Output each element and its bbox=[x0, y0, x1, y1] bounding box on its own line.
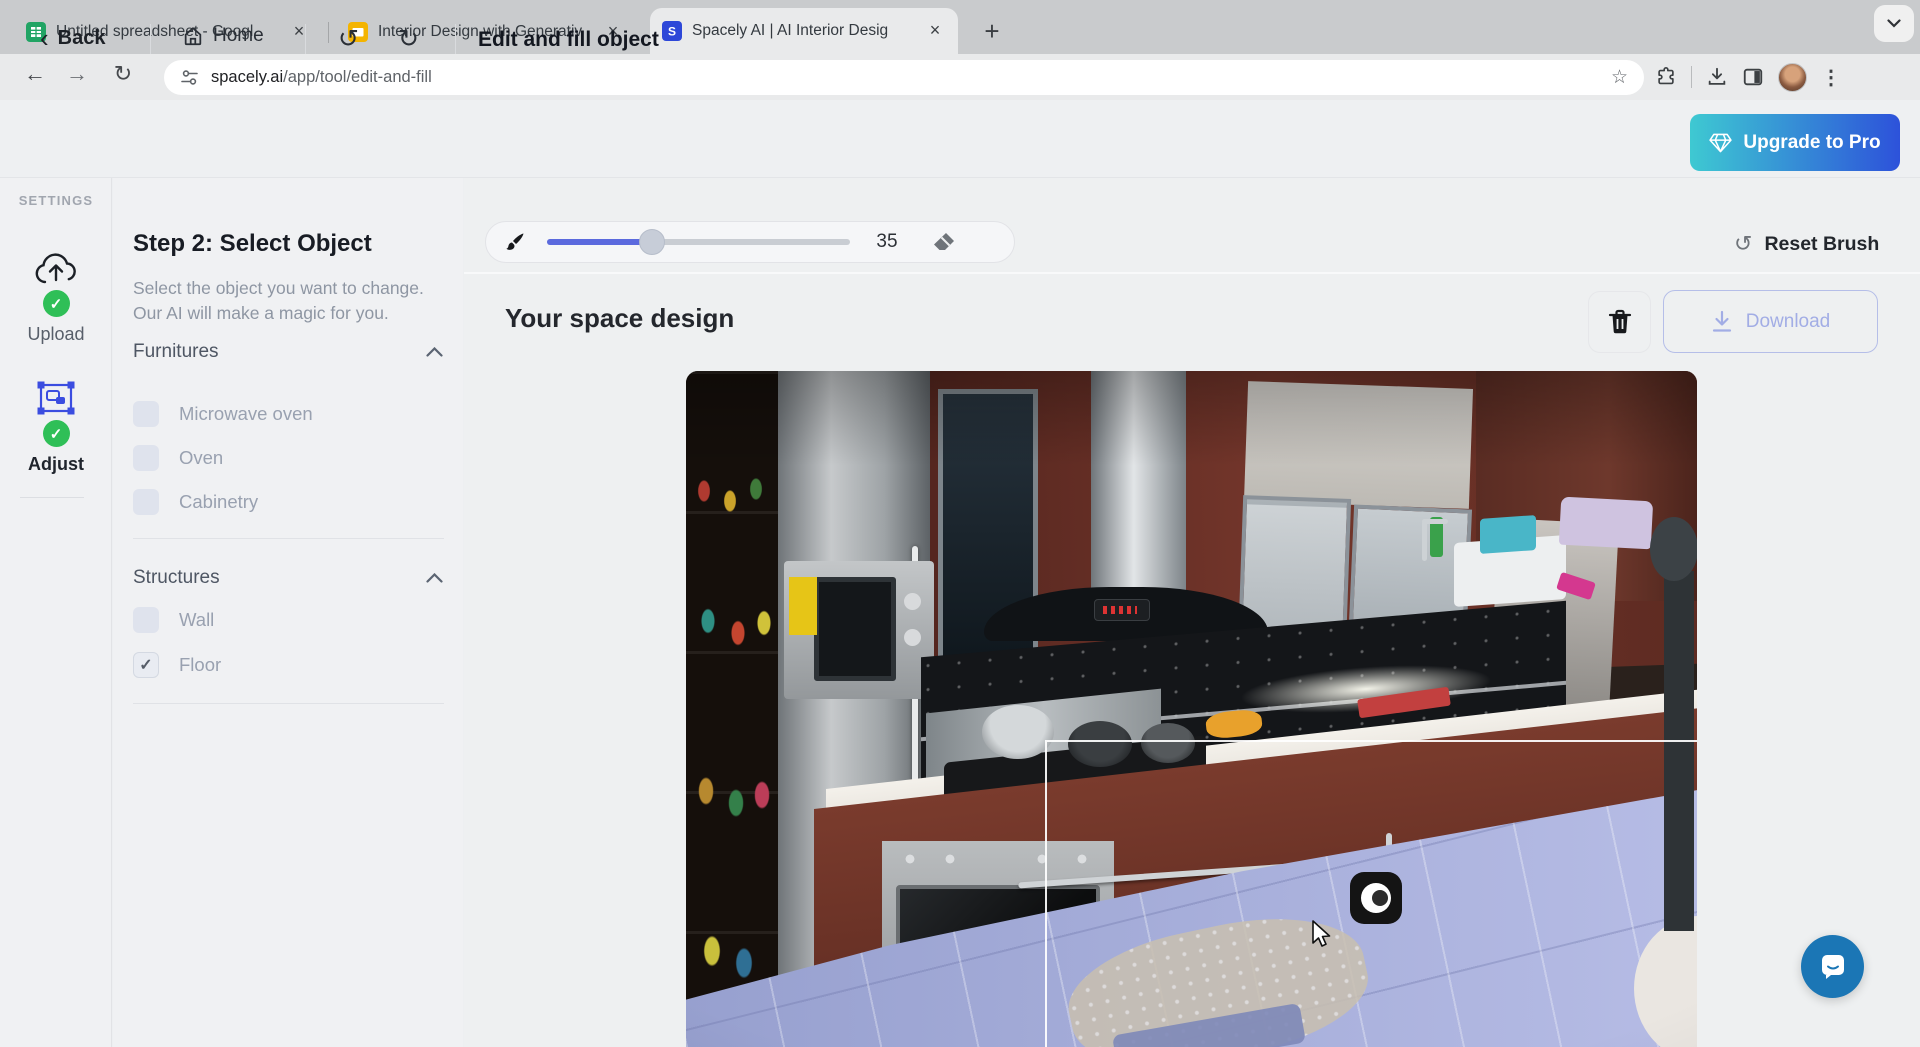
reset-brush-label: Reset Brush bbox=[1764, 233, 1879, 256]
chevron-up-icon bbox=[426, 347, 443, 357]
header-divider bbox=[455, 24, 456, 54]
home-button[interactable]: Home bbox=[182, 25, 264, 47]
eraser-icon[interactable] bbox=[931, 229, 957, 255]
checkbox-label: Wall bbox=[179, 609, 214, 631]
checkbox-label: Floor bbox=[179, 654, 221, 676]
chat-bubble-icon bbox=[1818, 952, 1848, 982]
checkbox[interactable] bbox=[133, 445, 159, 471]
address-bar[interactable]: spacely.ai/app/tool/edit-and-fill ☆ bbox=[164, 60, 1644, 95]
trash-icon bbox=[1608, 309, 1632, 335]
extensions-icon[interactable] bbox=[1655, 66, 1677, 88]
back-label: Back bbox=[58, 27, 106, 50]
upgrade-label: Upgrade to Pro bbox=[1743, 132, 1880, 154]
download-label: Download bbox=[1746, 311, 1831, 333]
profile-avatar[interactable] bbox=[1778, 63, 1807, 92]
reload-icon[interactable]: ↻ bbox=[106, 61, 140, 87]
spacely-favicon: S bbox=[662, 21, 682, 41]
download-button[interactable]: Download bbox=[1663, 290, 1878, 353]
brush-indicator-chip bbox=[1350, 872, 1402, 924]
reset-brush-button[interactable]: ↺ Reset Brush bbox=[1734, 231, 1879, 257]
chevron-down-icon bbox=[1887, 19, 1901, 28]
tab-label: Spacely AI | AI Interior Desig bbox=[692, 22, 914, 40]
svg-text:S: S bbox=[668, 25, 676, 39]
reset-icon: ↺ bbox=[1734, 231, 1752, 257]
gem-icon bbox=[1709, 133, 1732, 153]
brush-icon bbox=[503, 230, 527, 254]
checkbox-row-wall[interactable]: Wall bbox=[133, 607, 214, 633]
settings-heading: SETTINGS bbox=[0, 193, 112, 208]
checkbox[interactable] bbox=[133, 489, 159, 515]
tab-spacely-active[interactable]: S Spacely AI | AI Interior Desig × bbox=[650, 8, 958, 54]
checkbox-checked[interactable]: ✓ bbox=[133, 652, 159, 678]
home-icon bbox=[182, 25, 204, 47]
browser-actions: ⋮ bbox=[1655, 54, 1841, 100]
header-divider bbox=[305, 24, 306, 54]
toolbar-separator bbox=[1691, 66, 1692, 88]
back-nav-icon[interactable]: ← bbox=[18, 61, 52, 87]
checkbox-row-oven[interactable]: Oven bbox=[133, 445, 223, 471]
upgrade-to-pro-button[interactable]: Upgrade to Pro bbox=[1690, 114, 1900, 171]
home-label: Home bbox=[213, 25, 264, 47]
adjust-label: Adjust bbox=[28, 454, 84, 475]
design-canvas-kitchen-photo[interactable] bbox=[686, 371, 1697, 1047]
rail-step-upload[interactable]: ✓ Upload bbox=[0, 252, 112, 345]
browser-tab-strip: Untitled spreadsheet - Googl × Interior … bbox=[0, 0, 1920, 54]
forward-nav-icon[interactable]: → bbox=[60, 61, 94, 87]
side-panel-icon[interactable] bbox=[1742, 66, 1764, 88]
chevron-up-icon bbox=[426, 573, 443, 583]
checkbox[interactable] bbox=[133, 401, 159, 427]
checkbox-label: Cabinetry bbox=[179, 491, 258, 513]
checkbox-row-cabinetry[interactable]: Cabinetry bbox=[133, 489, 258, 515]
checkbox-label: Microwave oven bbox=[179, 403, 313, 425]
section-label: Structures bbox=[133, 567, 220, 589]
downloads-icon[interactable] bbox=[1706, 66, 1728, 88]
browser-menu-icon[interactable]: ⋮ bbox=[1821, 65, 1841, 90]
rail-step-adjust[interactable]: ✓ Adjust bbox=[0, 380, 112, 475]
rail-divider bbox=[20, 497, 84, 498]
new-tab-button[interactable]: + bbox=[974, 14, 1010, 50]
checkbox-row-floor[interactable]: ✓ Floor bbox=[133, 652, 221, 678]
toolbar-divider bbox=[464, 272, 1920, 274]
back-chevron-icon: ‹ bbox=[40, 25, 49, 51]
cloud-upload-icon bbox=[33, 252, 79, 286]
adjust-selection-icon bbox=[36, 380, 76, 416]
upload-complete-check: ✓ bbox=[43, 290, 70, 317]
checkbox-row-microwave-oven[interactable]: Microwave oven bbox=[133, 401, 313, 427]
section-structures[interactable]: Structures bbox=[133, 567, 443, 589]
close-icon[interactable]: × bbox=[924, 20, 946, 42]
chat-launcher-button[interactable] bbox=[1801, 935, 1864, 998]
step-title: Step 2: Select Object bbox=[133, 230, 372, 258]
tab-search-chevron-button[interactable] bbox=[1874, 5, 1914, 42]
undo-icon[interactable]: ↺ bbox=[338, 24, 359, 54]
download-icon bbox=[1711, 310, 1733, 334]
checkbox-label: Oven bbox=[179, 447, 223, 469]
tab-separator bbox=[328, 22, 329, 43]
app-header bbox=[0, 100, 1920, 178]
mouse-cursor-icon bbox=[1308, 919, 1334, 949]
close-icon[interactable]: × bbox=[288, 21, 310, 43]
site-settings-icon[interactable] bbox=[180, 68, 199, 87]
url-text: spacely.ai/app/tool/edit-and-fill bbox=[211, 68, 432, 87]
select-object-panel: Step 2: Select Object Select the object … bbox=[113, 178, 463, 1047]
checkbox[interactable] bbox=[133, 607, 159, 633]
bookmark-star-icon[interactable]: ☆ bbox=[1611, 66, 1628, 89]
slider-fill bbox=[547, 239, 653, 245]
section-label: Furnitures bbox=[133, 341, 219, 363]
upload-label: Upload bbox=[27, 324, 84, 345]
panel-divider bbox=[133, 703, 444, 704]
brush-size-slider[interactable] bbox=[547, 239, 850, 245]
header-divider bbox=[150, 24, 151, 54]
brush-size-value: 35 bbox=[862, 231, 912, 253]
page-title: Edit and fill object bbox=[478, 28, 659, 52]
space-design-heading: Your space design bbox=[505, 303, 734, 334]
back-button[interactable]: ‹ Back bbox=[40, 25, 105, 51]
delete-design-button[interactable] bbox=[1588, 291, 1651, 353]
section-furnitures[interactable]: Furnitures bbox=[133, 341, 443, 363]
brush-indicator-ring bbox=[1361, 883, 1391, 913]
adjust-complete-check: ✓ bbox=[43, 420, 70, 447]
slider-thumb[interactable] bbox=[639, 229, 665, 255]
redo-icon[interactable]: ↻ bbox=[398, 24, 419, 54]
panel-divider bbox=[133, 538, 444, 539]
step-description: Select the object you want to change. Ou… bbox=[133, 276, 438, 327]
